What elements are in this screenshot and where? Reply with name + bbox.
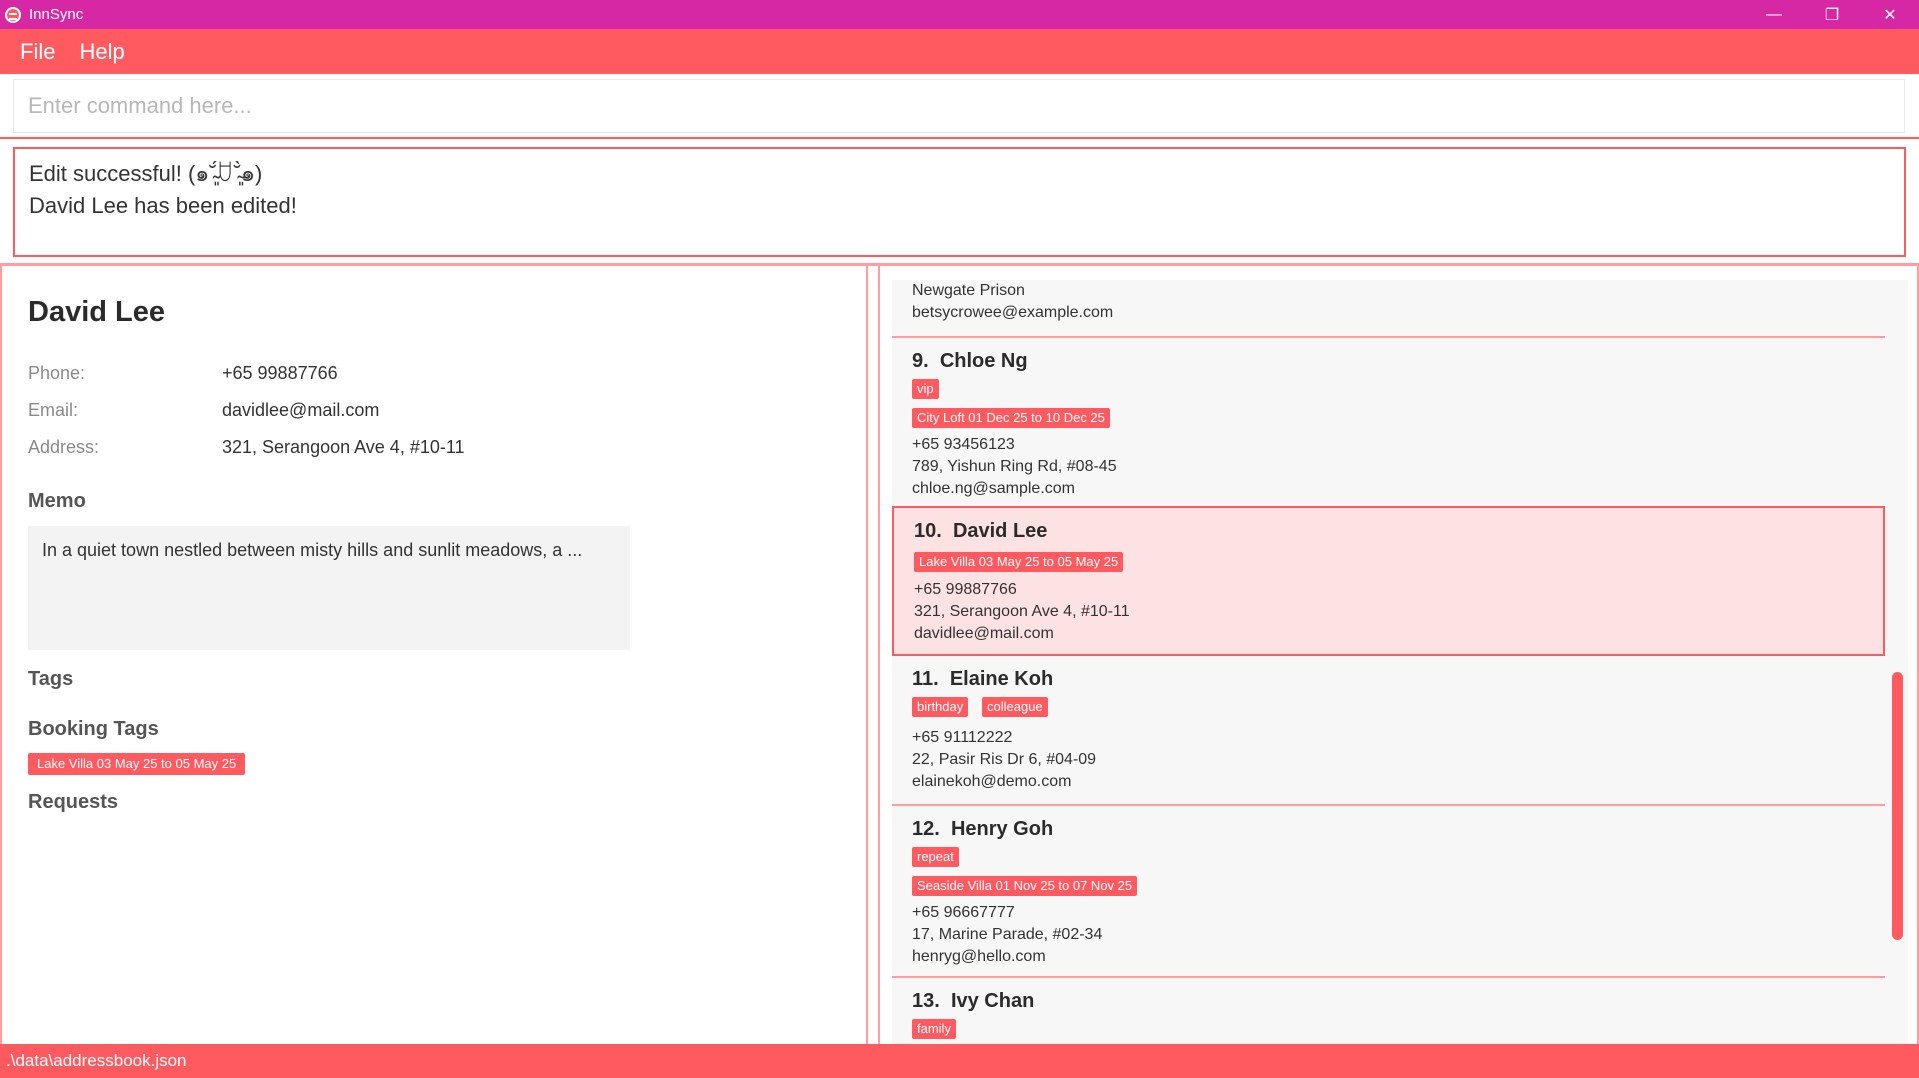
guest-name-text: Elaine Koh	[949, 668, 1054, 690]
guest-card[interactable]: 12. Henry Goh repeat Seaside Villa 01 No…	[892, 806, 1885, 978]
scrollbar-thumb[interactable]	[1892, 672, 1903, 940]
detail-name: David Lee	[28, 296, 165, 328]
guest-name-text: Ivy Chan	[950, 990, 1035, 1012]
guest-tag: repeat	[912, 847, 959, 867]
app-logo-icon	[5, 6, 21, 23]
guest-card[interactable]: 11. Elaine Koh birthday colleague +65 91…	[892, 656, 1885, 806]
email-label: Email:	[28, 400, 79, 420]
window-controls: — ❐ ✕	[1745, 0, 1919, 29]
title-bar: InnSync — ❐ ✕	[0, 0, 1919, 29]
guest-phone: +65 93456123	[912, 436, 1015, 453]
booking-tags-title: Booking Tags	[28, 718, 159, 740]
guest-detail-panel: David Lee Phone: +65 99887766 Email: dav…	[0, 266, 868, 1044]
menu-file[interactable]: File	[20, 39, 55, 65]
guest-address: 17, Marine Parade, #02-34	[912, 926, 1103, 943]
guest-email: betsycrowee@example.com	[912, 304, 1114, 321]
guest-address: 22, Pasir Ris Dr 6, #04-09	[912, 751, 1097, 768]
guest-card[interactable]: 13. Ivy Chan family	[892, 978, 1885, 1044]
close-icon[interactable]: ✕	[1861, 0, 1919, 29]
guest-name: 12. Henry Goh	[912, 818, 1053, 841]
guest-email: elainekoh@demo.com	[912, 773, 1072, 790]
panel-gap	[868, 266, 878, 1044]
menu-help[interactable]: Help	[79, 39, 124, 65]
address-label: Address:	[28, 437, 100, 457]
guest-name: 10. David Lee	[914, 520, 1047, 543]
guest-address: 789, Yishun Ring Rd, #08-45	[912, 458, 1117, 475]
guest-tag: colleague	[982, 697, 1048, 717]
guest-index: 12.	[912, 818, 940, 840]
phone-label: Phone:	[28, 363, 86, 383]
guest-index: 9.	[912, 350, 929, 372]
guest-phone: +65 99887766	[914, 581, 1017, 598]
menu-bar: File Help	[0, 29, 1919, 74]
guest-tag: vip	[912, 379, 939, 399]
save-file-path: .\data\addressbook.json	[6, 1051, 187, 1070]
memo-text: In a quiet town nestled between misty hi…	[28, 526, 630, 650]
guest-tag: birthday	[912, 697, 969, 717]
guest-address: 321, Serangoon Ave 4, #10-11	[914, 603, 1130, 620]
guest-email: chloe.ng@sample.com	[912, 480, 1075, 497]
booking-tag: Lake Villa 03 May 25 to 05 May 25	[914, 552, 1124, 572]
guest-name: 9. Chloe Ng	[912, 350, 1028, 373]
command-box	[0, 74, 1919, 139]
guest-card[interactable]: 9. Chloe Ng vip City Loft 01 Dec 25 to 1…	[892, 338, 1885, 510]
guest-list-panel: Newgate Prison betsycrowee@example.com 9…	[878, 266, 1919, 1044]
result-line-2: David Lee has been edited!	[29, 193, 297, 218]
result-line-1: Edit successful! (๑˘̴͈́ꇴ˘̴͈̀๑)	[29, 161, 263, 186]
guest-index: 11.	[912, 668, 939, 690]
guest-email: henryg@hello.com	[912, 948, 1046, 965]
result-display: Edit successful! (๑˘̴͈́ꇴ˘̴͈̀๑) David Lee…	[13, 147, 1906, 257]
guest-phone: +65 96667777	[912, 904, 1015, 921]
guest-index: 13.	[912, 990, 940, 1012]
restore-icon[interactable]: ❐	[1803, 0, 1861, 29]
guest-phone: +65 91112222	[912, 729, 1013, 746]
booking-tag: City Loft 01 Dec 25 to 10 Dec 25	[912, 408, 1110, 428]
status-bar: .\data\addressbook.json	[0, 1044, 1919, 1078]
guest-name-text: Chloe Ng	[939, 350, 1028, 372]
guest-name-text: David Lee	[952, 520, 1048, 542]
memo-title: Memo	[28, 490, 86, 512]
guest-name: 11. Elaine Koh	[912, 668, 1053, 691]
command-input[interactable]	[13, 79, 1905, 133]
guest-name-text: Henry Goh	[950, 818, 1054, 840]
minimize-icon[interactable]: —	[1745, 0, 1803, 29]
guest-address: Newgate Prison	[912, 282, 1025, 299]
window-title: InnSync	[29, 6, 84, 23]
booking-tag: Seaside Villa 01 Nov 25 to 07 Nov 25	[912, 876, 1138, 896]
tags-title: Tags	[28, 668, 74, 690]
guest-card-selected[interactable]: 10. David Lee Lake Villa 03 May 25 to 05…	[892, 506, 1885, 656]
guest-card[interactable]: Newgate Prison betsycrowee@example.com	[892, 280, 1885, 338]
guest-tag: family	[912, 1019, 956, 1039]
requests-title: Requests	[28, 791, 119, 813]
guest-email: davidlee@mail.com	[914, 625, 1054, 642]
phone-value: +65 99887766	[222, 363, 338, 383]
email-value: davidlee@mail.com	[222, 400, 380, 420]
guest-name: 13. Ivy Chan	[912, 990, 1034, 1013]
address-value: 321, Serangoon Ave 4, #10-11	[222, 437, 465, 457]
booking-tag: Lake Villa 03 May 25 to 05 May 25	[28, 753, 246, 775]
guest-index: 10.	[914, 520, 942, 542]
